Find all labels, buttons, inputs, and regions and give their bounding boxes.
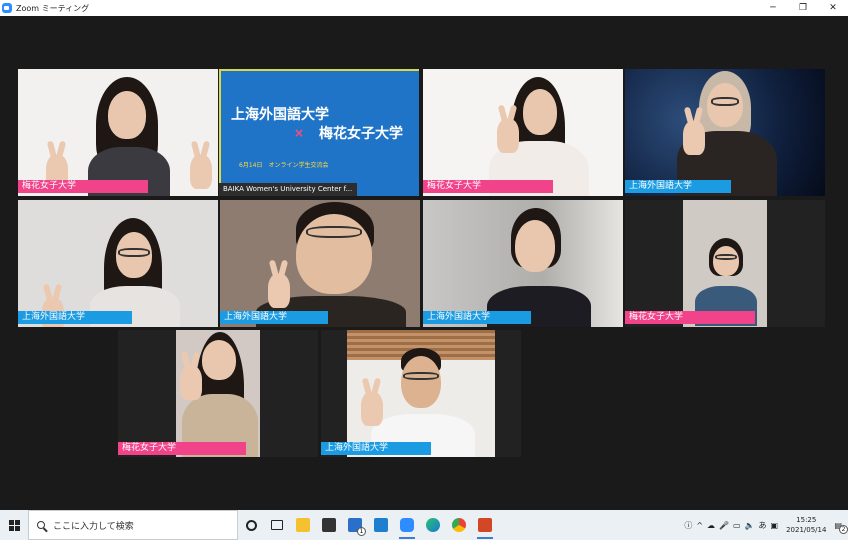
participant-video: [625, 69, 825, 196]
participant-video: [423, 69, 623, 196]
microphone-icon[interactable]: 🎤: [719, 521, 729, 530]
participant-name: 梅花女子大学: [118, 442, 246, 455]
edge-icon[interactable]: [420, 510, 446, 540]
chrome-icon[interactable]: [446, 510, 472, 540]
notification-badge: 2: [839, 524, 848, 534]
taskbar: ここに入力して検索 1 ⓘ ^ ☁ 🎤 ▭ 🔈 あ ▣ 15:25 2021/0…: [0, 510, 848, 540]
participant-video: [18, 69, 218, 196]
video-tile[interactable]: 上海外国語大学: [220, 200, 420, 327]
ime-mode[interactable]: あ: [759, 520, 767, 531]
speaker-icon[interactable]: 🔈: [745, 521, 755, 530]
ime-pad-icon[interactable]: ▣: [771, 521, 779, 530]
shared-slide: 上海外国語大学 × 梅花女子大学 6月14日 オンライン学生交流会: [221, 71, 419, 196]
store-icon[interactable]: [316, 510, 342, 540]
search-icon: [37, 521, 45, 529]
participant-video: [347, 330, 495, 457]
gallery-view: 梅花女子大学 上海外国語大学 × 梅花女子大学 6月14日 オンライン学生交流会…: [0, 16, 848, 510]
clock-time: 15:25: [796, 516, 817, 524]
help-icon[interactable]: ⓘ: [684, 520, 692, 531]
taskbar-search-box[interactable]: ここに入力して検索: [28, 510, 238, 540]
video-tile-active-speaker[interactable]: 上海外国語大学 × 梅花女子大学 6月14日 オンライン学生交流会 BAIKA …: [219, 69, 419, 196]
slide-title-line1: 上海外国語大学: [231, 107, 329, 123]
participant-name: 上海外国語大学: [321, 442, 431, 455]
participant-name: 梅花女子大学: [18, 180, 148, 193]
start-button[interactable]: [0, 510, 28, 540]
video-tile[interactable]: 梅花女子大学: [118, 330, 318, 457]
clock-date: 2021/05/14: [786, 526, 827, 534]
participant-video: [423, 200, 623, 327]
participant-name: 上海外国語大学: [625, 180, 731, 193]
video-tile[interactable]: 梅花女子大学: [18, 69, 218, 196]
slide-title-line2: 梅花女子大学: [319, 126, 403, 142]
mail-icon[interactable]: 1: [342, 510, 368, 540]
notification-center-icon[interactable]: ▤ 2: [834, 521, 848, 534]
participant-name: 梅花女子大学: [625, 311, 755, 324]
participant-name: 上海外国語大学: [423, 311, 531, 324]
video-tile[interactable]: 上海外国語大学: [423, 200, 623, 327]
participant-video: [683, 200, 767, 327]
mail-badge: 1: [357, 527, 366, 536]
search-placeholder: ここに入力して検索: [53, 521, 134, 532]
minimize-button[interactable]: ─: [758, 0, 788, 16]
slide-subtitle: 6月14日 オンライン学生交流会: [239, 162, 329, 169]
windows-logo-icon: [8, 519, 20, 531]
participant-name: 上海外国語大学: [220, 311, 328, 324]
video-tile[interactable]: 梅花女子大学: [423, 69, 623, 196]
system-tray: ⓘ ^ ☁ 🎤 ▭ 🔈 あ ▣ 15:25 2021/05/14 ▤ 2: [682, 510, 848, 540]
participant-name: 梅花女子大学: [423, 180, 553, 193]
video-tile[interactable]: 上海外国語大学: [18, 200, 218, 327]
show-hidden-icons-icon[interactable]: ^: [696, 521, 703, 530]
window-title: Zoom ミーティング: [16, 3, 90, 13]
participant-video: [220, 200, 420, 327]
participant-name: BAIKA Women's University Center f...: [219, 183, 357, 196]
zoom-app-icon: [2, 3, 12, 13]
participant-video: [18, 200, 218, 327]
video-tile[interactable]: 上海外国語大学: [321, 330, 521, 457]
file-explorer-icon[interactable]: [290, 510, 316, 540]
video-tile[interactable]: 上海外国語大学: [625, 69, 825, 196]
video-tile[interactable]: 梅花女子大学: [625, 200, 825, 327]
powerpoint-icon[interactable]: [472, 510, 498, 540]
close-button[interactable]: ✕: [818, 0, 848, 16]
clock[interactable]: 15:25 2021/05/14: [786, 515, 826, 535]
task-view-icon[interactable]: [264, 510, 290, 540]
title-bar: Zoom ミーティング ─ ❐ ✕: [0, 0, 848, 16]
slide-cross: ×: [294, 126, 305, 140]
lync-icon[interactable]: [368, 510, 394, 540]
onedrive-icon[interactable]: ☁: [707, 521, 715, 530]
participant-name: 上海外国語大学: [18, 311, 132, 324]
zoom-taskbar-icon[interactable]: [394, 510, 420, 540]
network-icon[interactable]: ▭: [733, 521, 741, 530]
cortana-icon[interactable]: [238, 510, 264, 540]
participant-video: [176, 330, 260, 457]
maximize-button[interactable]: ❐: [788, 0, 818, 16]
